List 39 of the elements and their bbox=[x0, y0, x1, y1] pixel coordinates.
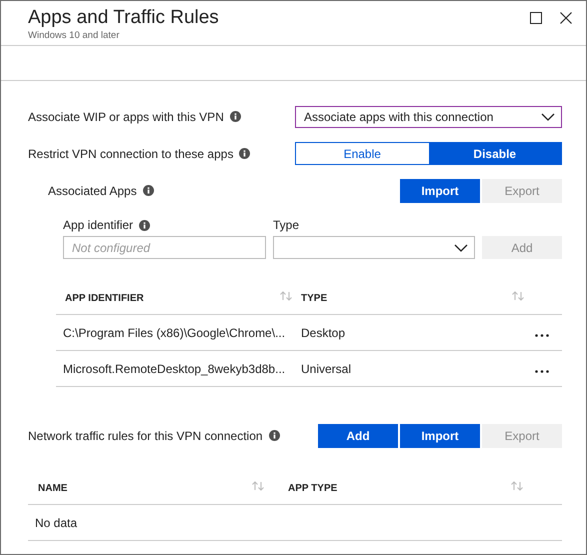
info-icon bbox=[239, 148, 250, 159]
setting-label: Associate WIP or apps with this VPN bbox=[28, 110, 224, 124]
info-icon bbox=[268, 430, 280, 441]
column-header: APP IDENTIFIER bbox=[65, 292, 144, 304]
sort-icon[interactable] bbox=[251, 481, 265, 491]
more-icon[interactable] bbox=[535, 334, 549, 337]
window-title: Apps and Traffic Rules bbox=[28, 7, 220, 29]
column-header: NAME bbox=[38, 482, 68, 494]
table-cell-text: Universal bbox=[301, 362, 352, 376]
table-cell-text: Desktop bbox=[301, 326, 346, 340]
column-header: TYPE bbox=[301, 292, 328, 304]
table-cell-text: C:\Program Files (x86)\Google\Chrome\... bbox=[62, 326, 286, 340]
window-subtitle: Windows 10 and later bbox=[28, 30, 120, 41]
sort-icon[interactable] bbox=[279, 291, 293, 301]
empty-message: No data bbox=[34, 516, 78, 530]
dropdown[interactable]: Associate apps with this connection bbox=[295, 106, 562, 128]
maximize-icon[interactable] bbox=[530, 12, 542, 24]
sort-icon[interactable] bbox=[510, 481, 524, 491]
info-icon bbox=[139, 220, 150, 230]
info-icon bbox=[230, 111, 241, 122]
app-identifier-field[interactable]: Not configured bbox=[63, 236, 266, 259]
chevron-down-icon bbox=[454, 244, 468, 252]
chevron-down-icon bbox=[541, 112, 555, 120]
table-cell-text: Microsoft.RemoteDesktop_8wekyb3d8b... bbox=[62, 362, 286, 376]
field-label: Type bbox=[273, 218, 300, 232]
field-label: App identifier bbox=[63, 218, 134, 232]
toggle-option[interactable]: Disable bbox=[428, 143, 561, 164]
column-header: APP TYPE bbox=[288, 482, 338, 494]
more-icon[interactable] bbox=[535, 370, 549, 373]
add-button[interactable]: Add bbox=[318, 424, 398, 448]
section-label: Associated Apps bbox=[48, 184, 137, 198]
info-icon bbox=[142, 185, 154, 196]
type-dropdown[interactable] bbox=[273, 236, 475, 259]
import-button[interactable]: Import bbox=[400, 178, 480, 202]
section-label: Network traffic rules for this VPN connection bbox=[28, 428, 263, 442]
close-icon[interactable] bbox=[560, 12, 572, 24]
setting-label: Restrict VPN connection to these apps bbox=[28, 146, 234, 160]
sort-icon[interactable] bbox=[511, 291, 525, 301]
import-button[interactable]: Import bbox=[400, 424, 480, 448]
